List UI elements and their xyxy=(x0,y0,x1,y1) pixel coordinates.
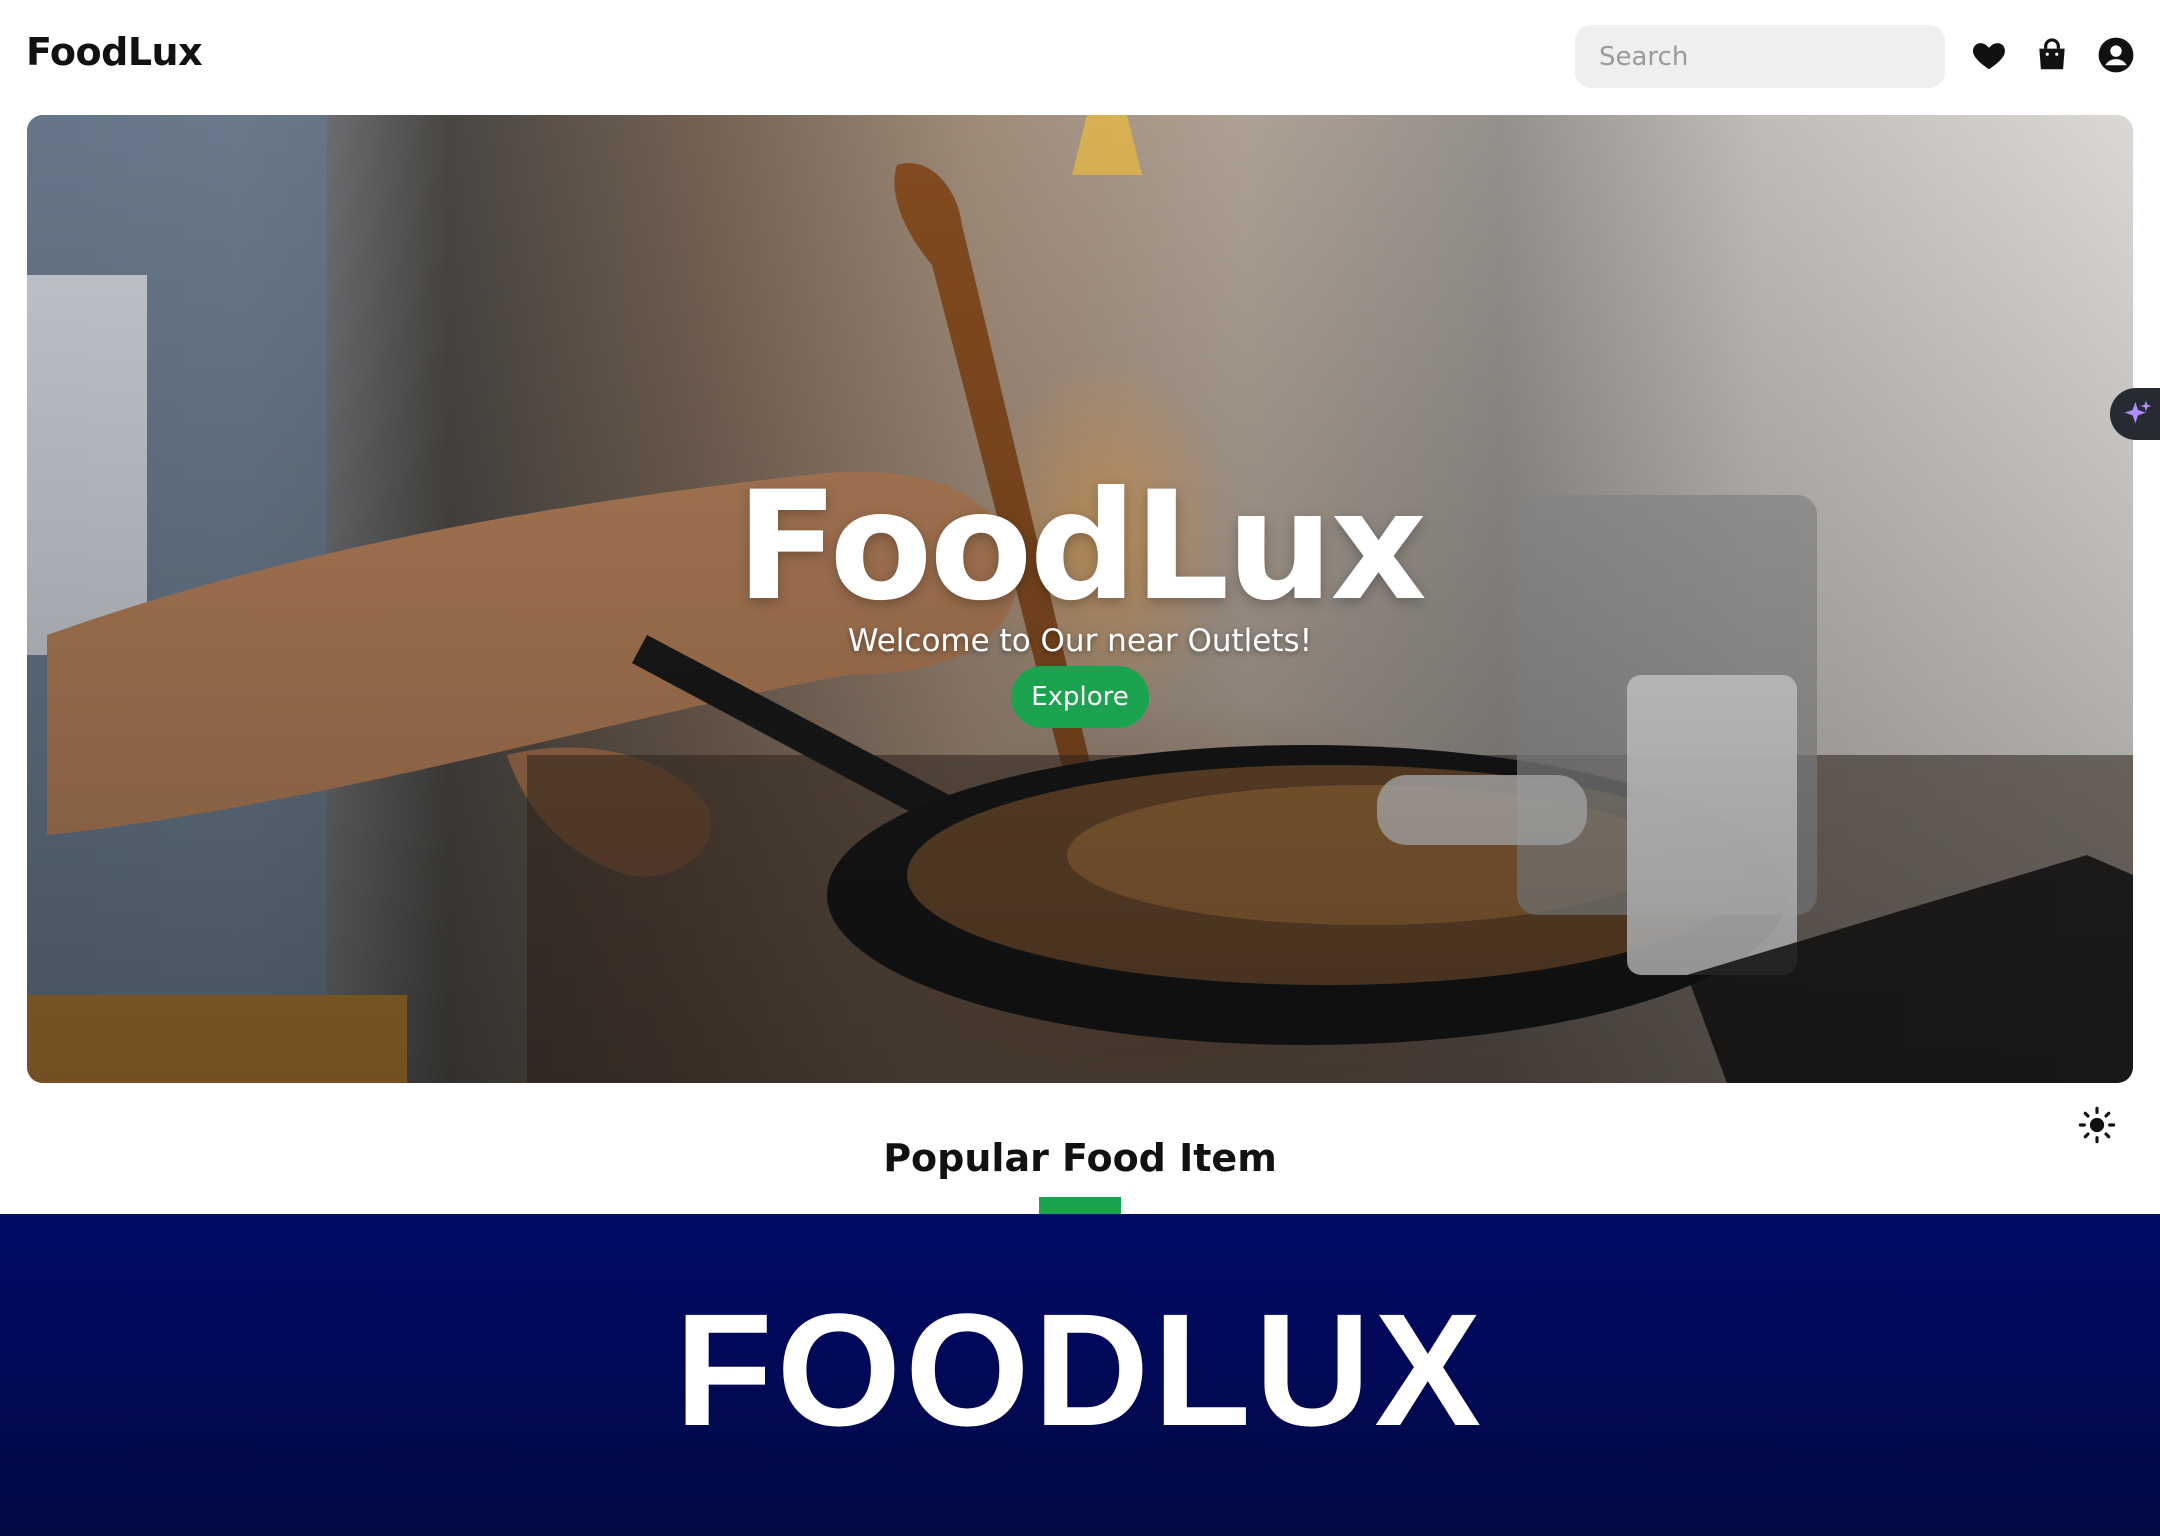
favorites-button[interactable] xyxy=(1970,36,2008,74)
search-input[interactable] xyxy=(1575,25,1945,88)
user-icon xyxy=(2098,37,2134,73)
hero-banner: FoodLux Welcome to Our near Outlets! Exp… xyxy=(27,115,2133,1083)
brand-logo[interactable]: FoodLux xyxy=(26,30,203,74)
top-navbar: FoodLux xyxy=(0,0,2160,112)
cart-button[interactable] xyxy=(2033,36,2071,74)
sparkle-icon xyxy=(2124,400,2152,424)
explore-button[interactable]: Explore xyxy=(1011,666,1149,728)
section-title: Popular Food Item xyxy=(883,1136,1277,1180)
ai-assistant-button[interactable] xyxy=(2110,388,2160,440)
account-button[interactable] xyxy=(2097,36,2135,74)
hero-title: FoodLux xyxy=(736,460,1427,634)
heart-icon xyxy=(1973,43,2005,70)
shopping-bag-icon xyxy=(2039,38,2065,70)
section-filter-tab[interactable] xyxy=(1039,1197,1121,1215)
banner-text: FOODLUX xyxy=(674,1280,1486,1459)
hero-subtitle: Welcome to Our near Outlets! xyxy=(847,623,1313,659)
promo-banner: FOODLUX xyxy=(0,1214,2160,1536)
